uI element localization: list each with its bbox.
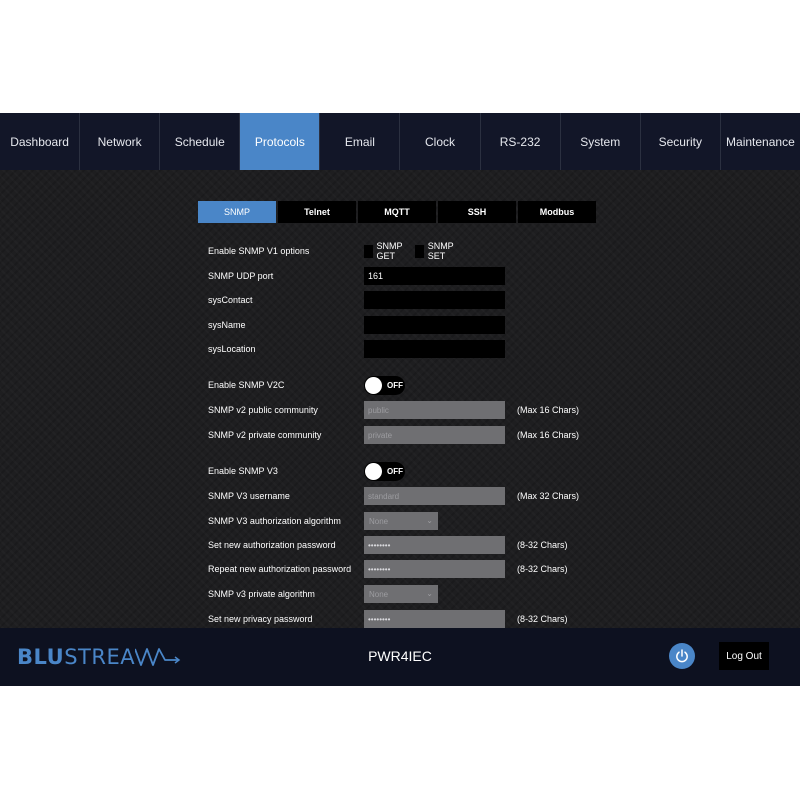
v3-username-hint: (Max 32 Chars) bbox=[517, 491, 580, 501]
v3-enable-label: Enable SNMP V3 bbox=[208, 466, 278, 476]
auth-password-repeat-input[interactable]: •••••••• bbox=[364, 560, 505, 578]
nav-tab-network[interactable]: Network bbox=[80, 113, 161, 170]
auth-password-hint: (8-32 Chars) bbox=[517, 540, 568, 550]
v3-priv-algo-select[interactable]: None ⌄ bbox=[364, 585, 438, 603]
nav-tab-dashboard[interactable]: Dashboard bbox=[0, 113, 81, 170]
subtab-modbus[interactable]: Modbus bbox=[518, 201, 596, 223]
snmp-get-checkbox[interactable] bbox=[364, 244, 373, 258]
v3-username-input[interactable]: standard bbox=[364, 487, 505, 505]
power-icon bbox=[676, 649, 688, 663]
priv-password-label: Set new privacy password bbox=[208, 614, 313, 624]
v2c-enable-label: Enable SNMP V2C bbox=[208, 380, 285, 390]
snmp-set-label: SNMP SET bbox=[427, 241, 454, 261]
sys-location-label: sysLocation bbox=[208, 344, 256, 354]
nav-tab-schedule[interactable]: Schedule bbox=[160, 113, 241, 170]
v3-auth-algo-select[interactable]: None ⌄ bbox=[364, 512, 438, 530]
chevron-down-icon: ⌄ bbox=[426, 516, 433, 525]
v2-public-hint: (Max 16 Chars) bbox=[517, 405, 580, 415]
auth-password-label: Set new authorization password bbox=[208, 540, 336, 550]
snmp-get-label: SNMP GET bbox=[376, 241, 403, 261]
main-navigation: Dashboard Network Schedule Protocols Ema… bbox=[0, 113, 800, 170]
v2-public-label: SNMP v2 public community bbox=[208, 405, 318, 415]
v3-auth-algo-value: None bbox=[369, 516, 389, 526]
priv-password-input[interactable]: •••••••• bbox=[364, 610, 505, 628]
priv-password-hint: (8-32 Chars) bbox=[517, 614, 568, 624]
sys-contact-input[interactable] bbox=[364, 291, 505, 309]
footer-bar: BLU STREA PWR4IEC Log Out bbox=[0, 628, 800, 686]
v2-private-input[interactable]: private bbox=[364, 426, 505, 444]
nav-tab-rs232[interactable]: RS-232 bbox=[480, 113, 561, 170]
v3-priv-algo-value: None bbox=[369, 589, 389, 599]
v2-public-input[interactable]: public bbox=[364, 401, 505, 419]
logout-button[interactable]: Log Out bbox=[719, 642, 769, 670]
chevron-down-icon: ⌄ bbox=[426, 589, 433, 598]
v3-toggle[interactable]: OFF bbox=[364, 461, 405, 481]
app-window: Dashboard Network Schedule Protocols Ema… bbox=[0, 113, 800, 686]
auth-password-repeat-hint: (8-32 Chars) bbox=[517, 564, 568, 574]
toggle-knob bbox=[365, 376, 382, 394]
v2-private-hint: (Max 16 Chars) bbox=[517, 430, 580, 440]
subtab-mqtt[interactable]: MQTT bbox=[358, 201, 436, 223]
v2-private-label: SNMP v2 private community bbox=[208, 430, 322, 440]
nav-tab-system[interactable]: System bbox=[560, 113, 641, 170]
sys-location-input[interactable] bbox=[364, 340, 505, 358]
subtab-ssh[interactable]: SSH bbox=[438, 201, 516, 223]
v1-options-controls: SNMP GET SNMP SET bbox=[364, 241, 466, 261]
protocol-subtabs: SNMP Telnet MQTT SSH Modbus bbox=[198, 201, 596, 223]
v2c-toggle[interactable]: OFF bbox=[364, 375, 405, 395]
sys-name-input[interactable] bbox=[364, 316, 505, 334]
sys-name-label: sysName bbox=[208, 320, 246, 330]
nav-tab-maintenance[interactable]: Maintenance bbox=[720, 113, 800, 170]
udp-port-input[interactable]: 161 bbox=[364, 267, 505, 285]
auth-password-repeat-label: Repeat new authorization password bbox=[208, 564, 352, 574]
snmp-set-checkbox[interactable] bbox=[415, 244, 424, 258]
subtab-telnet[interactable]: Telnet bbox=[278, 201, 356, 223]
nav-tab-security[interactable]: Security bbox=[640, 113, 721, 170]
v3-username-label: SNMP V3 username bbox=[208, 491, 290, 501]
sys-contact-label: sysContact bbox=[208, 295, 253, 305]
v3-toggle-state: OFF bbox=[387, 466, 403, 476]
auth-password-input[interactable]: •••••••• bbox=[364, 536, 505, 554]
v3-priv-algo-label: SNMP v3 private algorithm bbox=[208, 589, 315, 599]
udp-port-label: SNMP UDP port bbox=[208, 271, 274, 281]
subtab-snmp[interactable]: SNMP bbox=[198, 201, 276, 223]
toggle-knob bbox=[365, 462, 382, 480]
power-button[interactable] bbox=[669, 643, 695, 669]
nav-tab-protocols[interactable]: Protocols bbox=[240, 113, 321, 170]
v2c-toggle-state: OFF bbox=[387, 380, 403, 390]
v3-auth-algo-label: SNMP V3 authorization algorithm bbox=[208, 516, 341, 526]
nav-tab-email[interactable]: Email bbox=[320, 113, 401, 170]
nav-tab-clock[interactable]: Clock bbox=[400, 113, 481, 170]
v1-options-label: Enable SNMP V1 options bbox=[208, 246, 310, 256]
